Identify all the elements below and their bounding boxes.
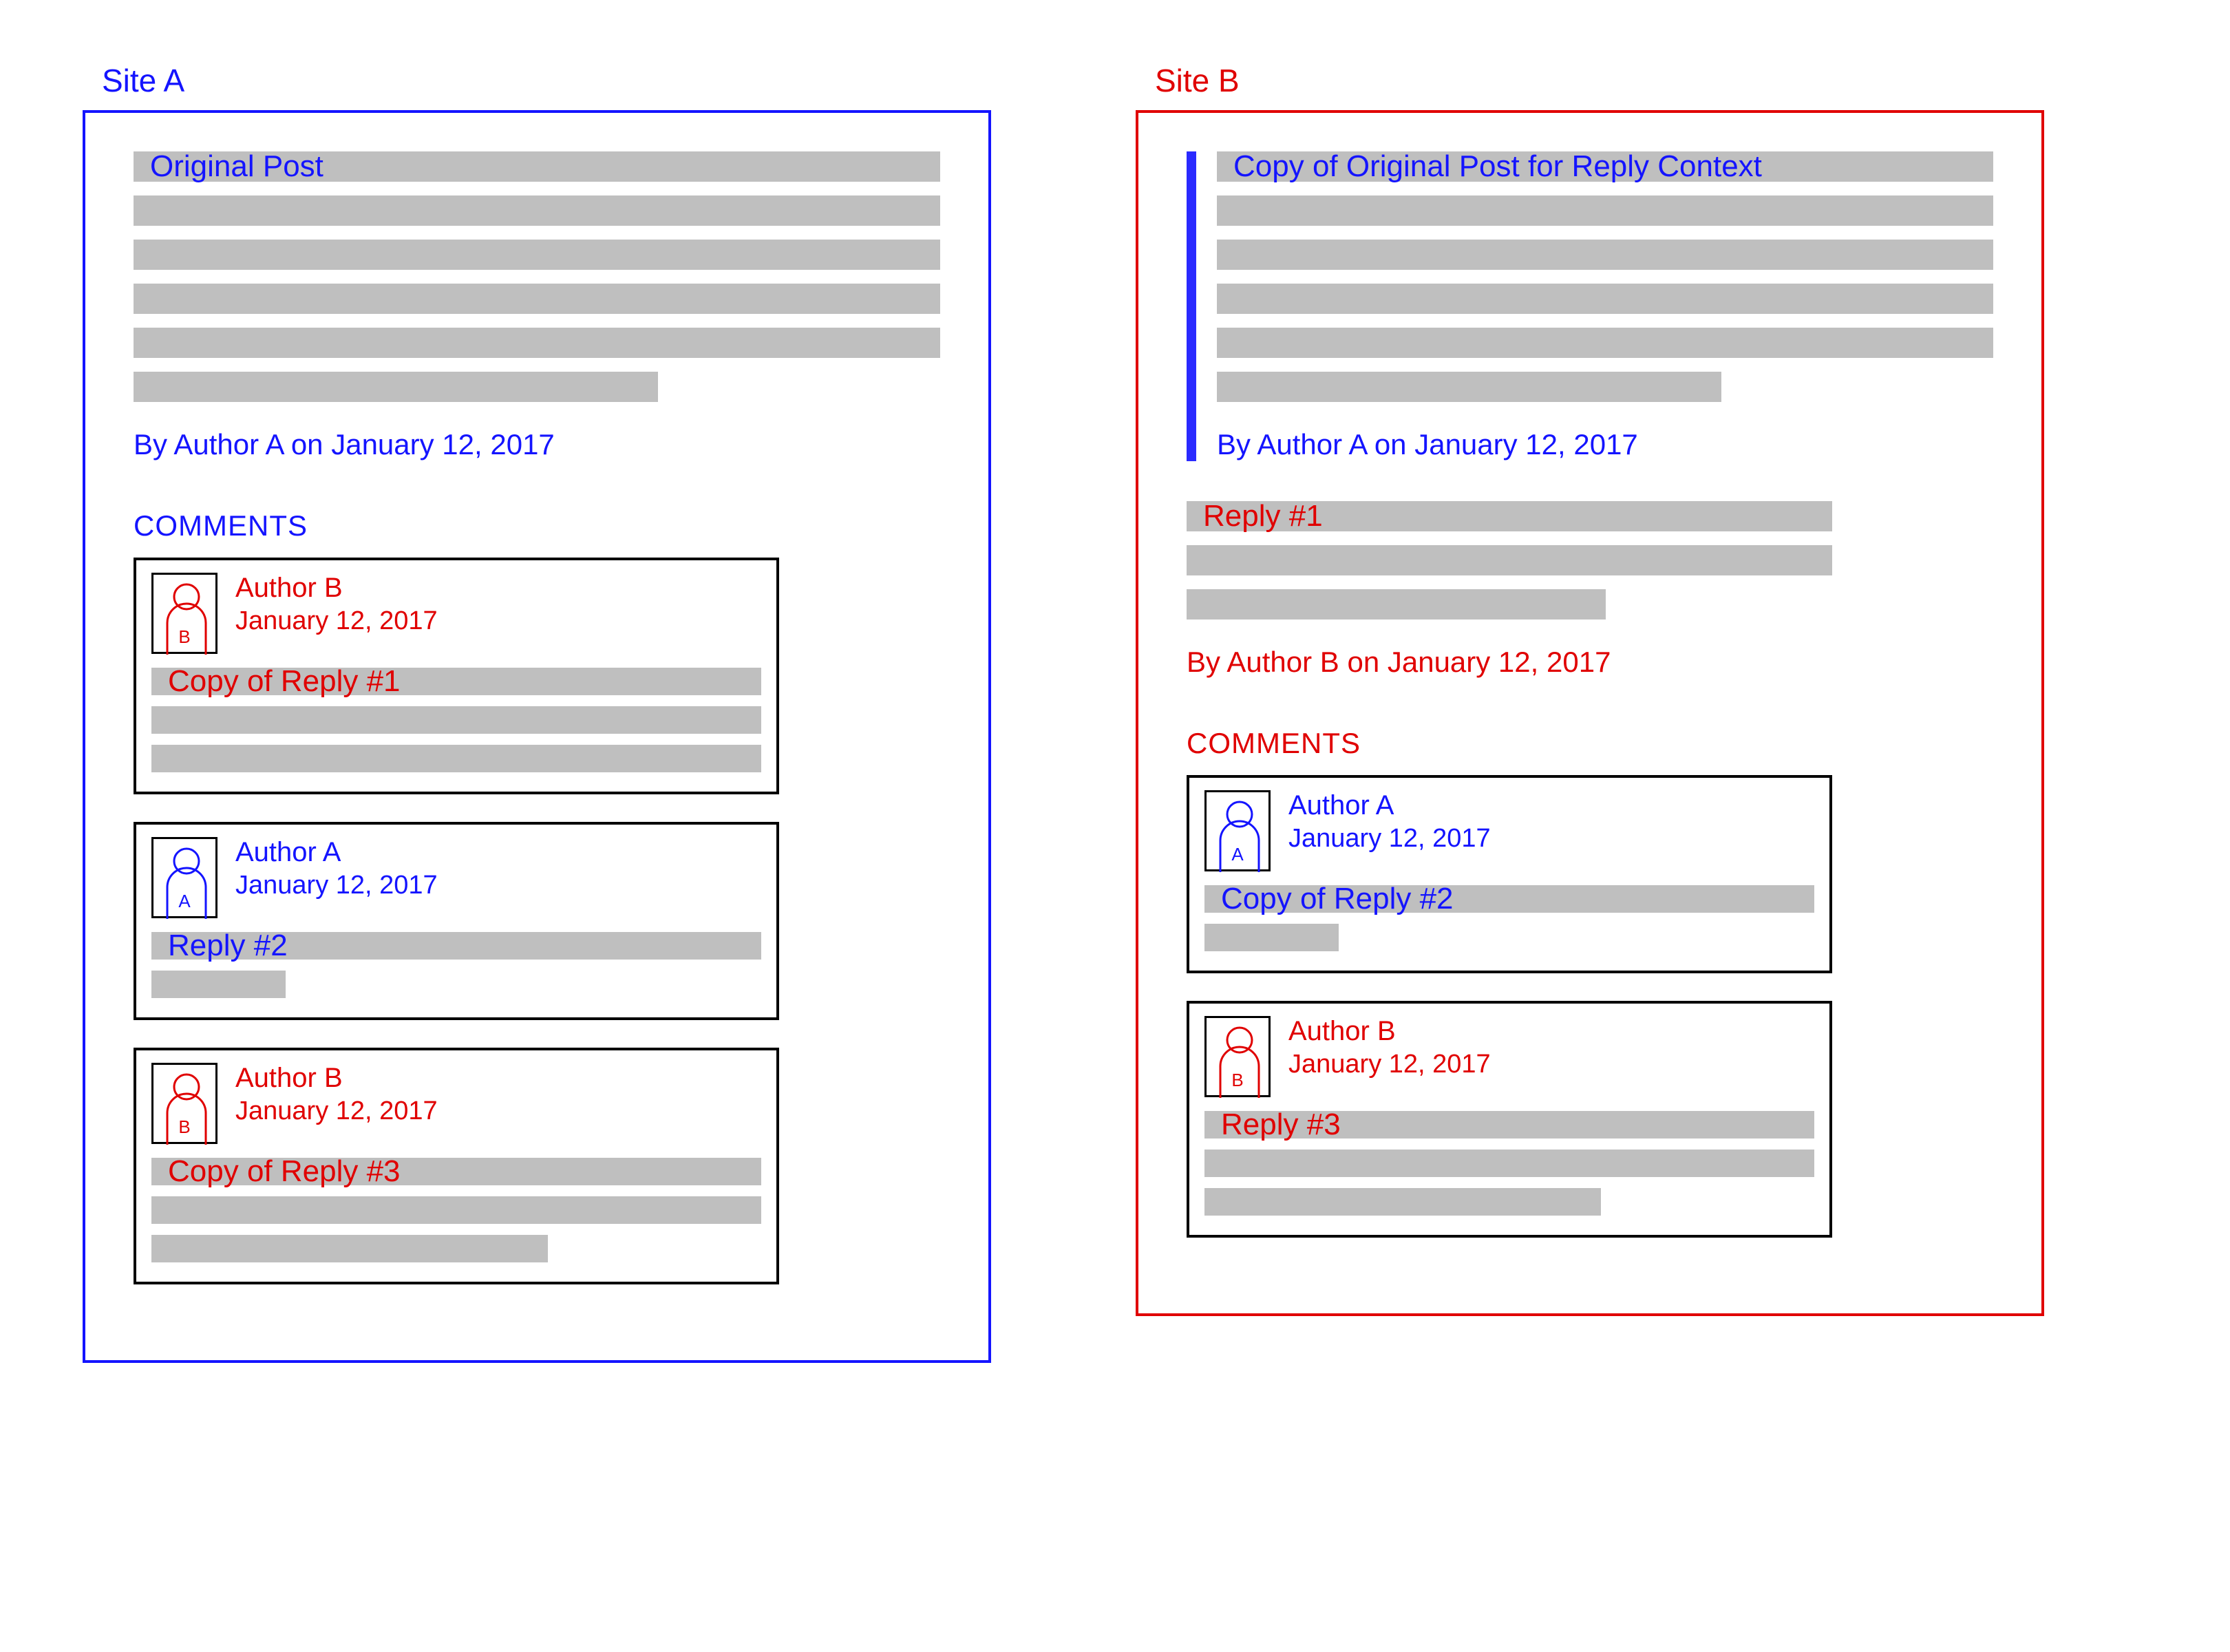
site-a-comment-list: B Author B January 12, 2017 Copy of Repl… <box>134 558 779 1284</box>
comment-body-label: Reply #2 <box>168 929 288 963</box>
avatar: A <box>151 837 217 918</box>
comment-box: B Author B January 12, 2017 Copy of Repl… <box>134 1048 779 1284</box>
comment-date: January 12, 2017 <box>235 1097 438 1126</box>
quote-accent-bar <box>1187 151 1196 461</box>
quoted-post-title: Copy of Original Post for Reply Context <box>1233 149 1762 184</box>
site-a-comments-heading: COMMENTS <box>134 509 940 542</box>
original-post-byline: By Author A on January 12, 2017 <box>134 428 940 461</box>
avatar: B <box>1204 1016 1271 1097</box>
reply-post: Reply #1 By Author B on January 12, 2017 <box>1187 501 1832 679</box>
site-b-label: Site B <box>1155 62 2044 99</box>
site-a-label: Site A <box>102 62 991 99</box>
comment-box: A Author A January 12, 2017 Copy of Repl… <box>1187 775 1832 973</box>
comment-body-label: Copy of Reply #1 <box>168 664 401 699</box>
comment-author: Author A <box>235 837 438 868</box>
avatar-letter: B <box>153 626 215 648</box>
avatar-letter: B <box>1207 1070 1268 1091</box>
comment-author: Author B <box>235 573 438 604</box>
avatar-letter: B <box>153 1116 215 1138</box>
comment-box: A Author A January 12, 2017 Reply #2 <box>134 822 779 1020</box>
comment-body-label: Copy of Reply #3 <box>168 1154 401 1189</box>
avatar-letter: A <box>1207 844 1268 865</box>
quoted-post-byline: By Author A on January 12, 2017 <box>1217 428 1993 461</box>
avatar-letter: A <box>153 891 215 912</box>
site-b-comment-list: A Author A January 12, 2017 Copy of Repl… <box>1187 775 1832 1238</box>
quoted-post: Copy of Original Post for Reply Context … <box>1187 151 1993 461</box>
avatar: B <box>151 1063 217 1144</box>
comment-author: Author A <box>1288 790 1491 821</box>
comment-body-label: Reply #3 <box>1221 1108 1341 1142</box>
reply-byline: By Author B on January 12, 2017 <box>1187 646 1832 679</box>
comment-box: B Author B January 12, 2017 Copy of Repl… <box>134 558 779 794</box>
comment-date: January 12, 2017 <box>1288 1050 1491 1079</box>
comment-author: Author B <box>235 1063 438 1094</box>
quoted-post-title-bar: Copy of Original Post for Reply Context <box>1217 151 1993 182</box>
site-b-comments-heading: COMMENTS <box>1187 727 1993 760</box>
reply-title: Reply #1 <box>1203 499 1323 533</box>
avatar: A <box>1204 790 1271 871</box>
site-b-column: Site B Copy of Original Post for Reply C… <box>1136 62 2044 1363</box>
comment-box: B Author B January 12, 2017 Reply #3 <box>1187 1001 1832 1238</box>
comment-date: January 12, 2017 <box>235 871 438 900</box>
avatar: B <box>151 573 217 654</box>
original-post-title: Original Post <box>150 149 323 184</box>
comment-author: Author B <box>1288 1016 1491 1047</box>
comment-date: January 12, 2017 <box>1288 824 1491 854</box>
comment-body-label: Copy of Reply #2 <box>1221 882 1454 916</box>
original-post-body: Original Post <box>134 151 940 402</box>
reply-title-bar: Reply #1 <box>1187 501 1832 531</box>
site-a-box: Original Post By Author A on January 12,… <box>83 110 991 1363</box>
site-a-column: Site A Original Post By Author A on Janu… <box>83 62 991 1363</box>
site-b-box: Copy of Original Post for Reply Context … <box>1136 110 2044 1316</box>
original-post-title-bar: Original Post <box>134 151 940 182</box>
comment-date: January 12, 2017 <box>235 606 438 636</box>
